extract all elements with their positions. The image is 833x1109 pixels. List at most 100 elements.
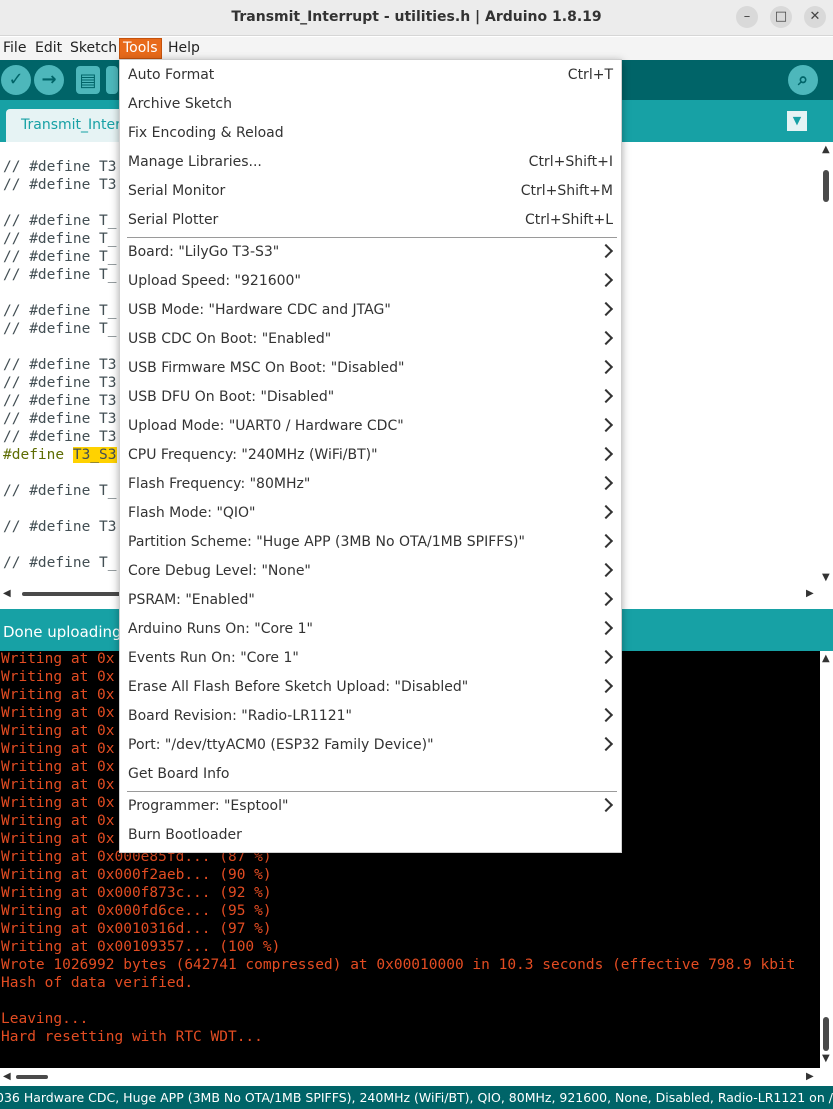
chevron-right-icon xyxy=(598,591,614,607)
close-icon[interactable]: ✕ xyxy=(804,6,826,28)
menu-item-board[interactable]: Board: "LilyGo T3-S3" xyxy=(120,238,621,267)
menu-item-label: CPU Frequency: "240MHz (WiFi/BT)" xyxy=(128,447,378,463)
arrow-right-icon[interactable]: → xyxy=(34,65,64,95)
console-line: Writing at 0x xyxy=(1,795,115,811)
define-keyword: #define xyxy=(3,447,65,463)
check-icon[interactable]: ✓ xyxy=(1,65,31,95)
menu-item-upload-speed[interactable]: Upload Speed: "921600" xyxy=(120,267,621,296)
menu-item-label: Events Run On: "Core 1" xyxy=(128,650,299,666)
menu-item-label: Upload Mode: "UART0 / Hardware CDC" xyxy=(128,418,404,434)
open-icon[interactable] xyxy=(106,66,118,94)
menu-item-serial-monitor[interactable]: Serial Monitor Ctrl+Shift+M xyxy=(120,177,621,206)
chevron-right-icon xyxy=(598,707,614,723)
menu-item-port[interactable]: Port: "/dev/ttyACM0 (ESP32 Family Device… xyxy=(120,731,621,760)
chevron-right-icon xyxy=(598,417,614,433)
menu-item-label: PSRAM: "Enabled" xyxy=(128,592,255,608)
chevron-left-icon[interactable]: ◀ xyxy=(3,1071,11,1082)
menu-item-archive-sketch[interactable]: Archive Sketch xyxy=(120,90,621,119)
menu-file[interactable]: File xyxy=(0,39,29,58)
menu-item-usb-firmware-msc[interactable]: USB Firmware MSC On Boot: "Disabled" xyxy=(120,354,621,383)
console-line: Writing at 0x xyxy=(1,705,115,721)
menu-item-erase-all-flash[interactable]: Erase All Flash Before Sketch Upload: "D… xyxy=(120,673,621,702)
maximize-icon[interactable]: □ xyxy=(770,6,792,28)
title-bar: Transmit_Interrupt - utilities.h | Ardui… xyxy=(0,0,833,36)
menu-item-label: Erase All Flash Before Sketch Upload: "D… xyxy=(128,679,469,695)
menu-item-serial-plotter[interactable]: Serial Plotter Ctrl+Shift+L xyxy=(120,206,621,235)
chevron-right-icon xyxy=(598,533,614,549)
menu-item-burn-bootloader[interactable]: Burn Bootloader xyxy=(120,821,621,850)
menu-item-board-revision[interactable]: Board Revision: "Radio-LR1121" xyxy=(120,702,621,731)
code-line-define: #define T3_S3 xyxy=(3,447,117,463)
chevron-right-icon xyxy=(598,736,614,752)
menu-item-label: Programmer: "Esptool" xyxy=(128,798,289,814)
chevron-up-icon[interactable]: ▲ xyxy=(822,653,830,664)
menu-item-auto-format[interactable]: Auto Format Ctrl+T xyxy=(120,61,621,90)
menu-item-usb-dfu[interactable]: USB DFU On Boot: "Disabled" xyxy=(120,383,621,412)
menu-item-core-debug-level[interactable]: Core Debug Level: "None" xyxy=(120,557,621,586)
console-line: Writing at 0x xyxy=(1,723,115,739)
menu-item-programmer[interactable]: Programmer: "Esptool" xyxy=(120,792,621,821)
editor-scroll-thumb[interactable] xyxy=(823,170,829,202)
chevron-left-icon[interactable]: ◀ xyxy=(3,588,11,599)
menu-item-usb-mode[interactable]: USB Mode: "Hardware CDC and JTAG" xyxy=(120,296,621,325)
chevron-right-icon xyxy=(598,475,614,491)
chevron-down-icon[interactable]: ▼ xyxy=(822,1053,830,1064)
menu-item-shortcut: Ctrl+Shift+L xyxy=(525,212,613,228)
menu-item-upload-mode[interactable]: Upload Mode: "UART0 / Hardware CDC" xyxy=(120,412,621,441)
console-scroll-thumb[interactable] xyxy=(823,1017,829,1051)
console-horizontal-scrollbar[interactable]: ◀ ▶ xyxy=(0,1068,820,1086)
console-line: Hash of data verified. xyxy=(1,975,194,991)
board-config-text: 036 Hardware CDC, Huge APP (3MB No OTA/1… xyxy=(0,1090,833,1105)
chevron-right-icon[interactable]: ▶ xyxy=(806,588,814,599)
menu-item-arduino-runs-on[interactable]: Arduino Runs On: "Core 1" xyxy=(120,615,621,644)
menu-item-flash-mode[interactable]: Flash Mode: "QIO" xyxy=(120,499,621,528)
menu-item-label: USB Mode: "Hardware CDC and JTAG" xyxy=(128,302,391,318)
menu-bar: File Edit Sketch Tools Help xyxy=(0,37,833,60)
menu-item-label: Partition Scheme: "Huge APP (3MB No OTA/… xyxy=(128,534,525,550)
code-line: // #define T3 xyxy=(3,159,117,175)
console-hscroll-thumb[interactable] xyxy=(16,1075,48,1079)
chevron-down-icon[interactable]: ▼ xyxy=(787,111,807,131)
menu-item-psram[interactable]: PSRAM: "Enabled" xyxy=(120,586,621,615)
new-file-icon[interactable]: ▤ xyxy=(76,66,100,94)
chevron-right-icon xyxy=(598,301,614,317)
chevron-right-icon xyxy=(598,330,614,346)
menu-item-label: USB DFU On Boot: "Disabled" xyxy=(128,389,335,405)
menu-item-manage-libraries[interactable]: Manage Libraries... Ctrl+Shift+I xyxy=(120,148,621,177)
menu-tools[interactable]: Tools xyxy=(119,38,162,59)
menu-item-partition-scheme[interactable]: Partition Scheme: "Huge APP (3MB No OTA/… xyxy=(120,528,621,557)
chevron-right-icon[interactable]: ▶ xyxy=(806,1071,814,1082)
code-line: // #define T_ xyxy=(3,213,117,229)
console-line: Wrote 1026992 bytes (642741 compressed) … xyxy=(1,957,796,973)
minimize-icon[interactable]: – xyxy=(736,6,758,28)
chevron-right-icon xyxy=(598,243,614,259)
console-line: Writing at 0x xyxy=(1,777,115,793)
menu-item-get-board-info[interactable]: Get Board Info xyxy=(120,760,621,789)
menu-item-flash-frequency[interactable]: Flash Frequency: "80MHz" xyxy=(120,470,621,499)
chevron-right-icon xyxy=(598,620,614,636)
console-vertical-scrollbar[interactable]: ▲ ▼ xyxy=(820,651,833,1068)
editor-vertical-scrollbar[interactable]: ▲ ▼ xyxy=(820,142,833,587)
chevron-down-icon[interactable]: ▼ xyxy=(822,572,830,583)
console-line: Writing at 0x xyxy=(1,759,115,775)
menu-help[interactable]: Help xyxy=(165,39,203,58)
menu-item-label: Fix Encoding & Reload xyxy=(128,125,284,141)
menu-edit[interactable]: Edit xyxy=(32,39,65,58)
chevron-up-icon[interactable]: ▲ xyxy=(822,144,830,155)
magnifier-icon[interactable]: ⌕ xyxy=(788,65,818,95)
menu-item-fix-encoding[interactable]: Fix Encoding & Reload xyxy=(120,119,621,148)
menu-item-shortcut: Ctrl+T xyxy=(567,67,613,83)
console-line: Writing at 0x00109357... (100 %) xyxy=(1,939,281,955)
menu-sketch[interactable]: Sketch xyxy=(67,39,120,58)
menu-item-usb-cdc-on-boot[interactable]: USB CDC On Boot: "Enabled" xyxy=(120,325,621,354)
menu-item-events-run-on[interactable]: Events Run On: "Core 1" xyxy=(120,644,621,673)
menu-item-label: Auto Format xyxy=(128,67,215,83)
code-line: // #define T_ xyxy=(3,303,117,319)
menu-item-label: Serial Plotter xyxy=(128,212,219,228)
code-line: // #define T_ xyxy=(3,555,117,571)
menu-item-cpu-frequency[interactable]: CPU Frequency: "240MHz (WiFi/BT)" xyxy=(120,441,621,470)
console-line: Writing at 0x xyxy=(1,651,115,667)
highlighted-token: T3_S3 xyxy=(72,447,117,463)
code-line: // #define T_ xyxy=(3,321,117,337)
menu-item-label: Manage Libraries... xyxy=(128,154,262,170)
